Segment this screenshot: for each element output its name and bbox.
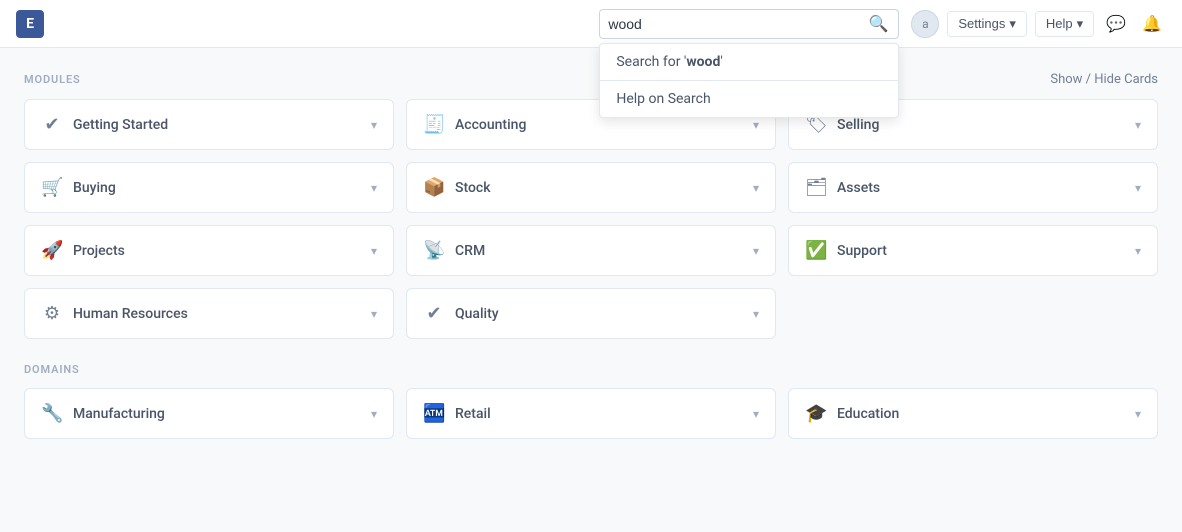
card-left: 📦 Stock — [423, 177, 491, 198]
card-label: Education — [837, 406, 899, 422]
human-resources-icon: ⚙ — [41, 303, 63, 324]
module-card-getting-started[interactable]: ✔ Getting Started ▾ — [24, 99, 394, 150]
card-left: 🏧 Retail — [423, 403, 491, 424]
card-label: Getting Started — [73, 117, 168, 133]
card-left: 📡 CRM — [423, 240, 485, 261]
domains-section: DOMAINS 🔧 Manufacturing ▾ 🏧 Retail ▾ 🎓 Educatio… — [24, 363, 1158, 439]
module-card-manufacturing[interactable]: 🔧 Manufacturing ▾ — [24, 388, 394, 439]
module-card-projects[interactable]: 🚀 Projects ▾ — [24, 225, 394, 276]
card-label: Support — [837, 243, 887, 259]
support-icon: ✅ — [805, 240, 827, 261]
search-for-item[interactable]: Search for 'wood' — [600, 44, 898, 81]
card-left: ✔ Quality — [423, 303, 499, 324]
modules-label: MODULES — [24, 73, 81, 86]
card-label: Projects — [73, 243, 125, 259]
buying-icon: 🛒 — [41, 177, 63, 198]
assets-icon: 🗂 — [805, 177, 827, 198]
settings-button[interactable]: Settings ▾ — [947, 11, 1027, 37]
projects-icon: 🚀 — [41, 240, 63, 261]
search-dropdown: Search for 'wood' Help on Search — [599, 43, 899, 118]
header: E 🔍 Search for 'wood' Help on Search a S… — [0, 0, 1182, 48]
domains-label: DOMAINS — [24, 363, 80, 376]
card-left: 🔧 Manufacturing — [41, 403, 165, 424]
card-chevron-icon: ▾ — [753, 244, 759, 258]
card-chevron-icon: ▾ — [1135, 407, 1141, 421]
search-input-wrapper: 🔍 — [599, 9, 899, 39]
retail-icon: 🏧 — [423, 403, 445, 424]
card-left: ✅ Support — [805, 240, 887, 261]
domains-grid: 🔧 Manufacturing ▾ 🏧 Retail ▾ 🎓 Education ▾ — [24, 388, 1158, 439]
quality-icon: ✔ — [423, 303, 445, 324]
card-chevron-icon: ▾ — [1135, 181, 1141, 195]
search-for-text: Search for 'wood' — [616, 54, 722, 70]
card-chevron-icon: ▾ — [753, 307, 759, 321]
card-chevron-icon: ▾ — [371, 407, 377, 421]
module-card-buying[interactable]: 🛒 Buying ▾ — [24, 162, 394, 213]
help-on-search-label: Help on Search — [616, 91, 710, 107]
show-hide-link[interactable]: Show / Hide Cards — [1050, 72, 1158, 87]
card-label: Accounting — [455, 117, 526, 133]
card-chevron-icon: ▾ — [753, 407, 759, 421]
card-label: Human Resources — [73, 306, 188, 322]
module-card-retail[interactable]: 🏧 Retail ▾ — [406, 388, 776, 439]
card-label: Stock — [455, 180, 491, 196]
chat-icon-button[interactable]: 💬 — [1102, 10, 1130, 38]
modules-grid: ✔Getting Started▾🧾Accounting▾🏷Selling▾🛒B… — [24, 99, 1158, 339]
avatar[interactable]: a — [911, 10, 939, 38]
module-card-crm[interactable]: 📡 CRM ▾ — [406, 225, 776, 276]
app-icon[interactable]: E — [16, 10, 44, 38]
getting-started-icon: ✔ — [41, 114, 63, 135]
module-card-assets[interactable]: 🗂 Assets ▾ — [788, 162, 1158, 213]
card-label: Assets — [837, 180, 880, 196]
help-on-search-item[interactable]: Help on Search — [600, 81, 898, 117]
modules-section-header: MODULES Show / Hide Cards — [24, 72, 1158, 87]
card-left: 🧾 Accounting — [423, 114, 526, 135]
card-chevron-icon: ▾ — [371, 307, 377, 321]
card-chevron-icon: ▾ — [1135, 244, 1141, 258]
card-label: Retail — [455, 406, 491, 422]
module-card-human-resources[interactable]: ⚙ Human Resources ▾ — [24, 288, 394, 339]
module-card-support[interactable]: ✅ Support ▾ — [788, 225, 1158, 276]
search-term: wood — [686, 54, 720, 70]
card-label: Buying — [73, 180, 116, 196]
card-chevron-icon: ▾ — [371, 118, 377, 132]
manufacturing-icon: 🔧 — [41, 403, 63, 424]
module-card-quality[interactable]: ✔ Quality ▾ — [406, 288, 776, 339]
card-chevron-icon: ▾ — [753, 118, 759, 132]
card-left: ⚙ Human Resources — [41, 303, 188, 324]
help-button[interactable]: Help ▾ — [1035, 11, 1094, 37]
card-label: Quality — [455, 306, 499, 322]
domains-section-header: DOMAINS — [24, 363, 1158, 376]
card-label: Selling — [837, 117, 879, 133]
card-chevron-icon: ▾ — [753, 181, 759, 195]
module-card-stock[interactable]: 📦 Stock ▾ — [406, 162, 776, 213]
settings-chevron-icon: ▾ — [1009, 16, 1016, 32]
card-left: 🗂 Assets — [805, 177, 880, 198]
help-chevron-icon: ▾ — [1077, 16, 1084, 32]
header-actions: a Settings ▾ Help ▾ 💬 🔔 — [911, 10, 1166, 38]
search-input[interactable] — [608, 16, 866, 32]
card-chevron-icon: ▾ — [1135, 118, 1141, 132]
search-container: 🔍 Search for 'wood' Help on Search — [599, 9, 899, 39]
notification-icon-button[interactable]: 🔔 — [1138, 10, 1166, 38]
card-chevron-icon: ▾ — [371, 181, 377, 195]
main-content: MODULES Show / Hide Cards ✔ Getting Start… — [0, 48, 1182, 487]
card-left: 🚀 Projects — [41, 240, 125, 261]
card-left: ✔ Getting Started — [41, 114, 168, 135]
card-left: 🛒 Buying — [41, 177, 116, 198]
card-left: 🎓 Education — [805, 403, 899, 424]
stock-icon: 📦 — [423, 177, 445, 198]
card-label: CRM — [455, 243, 485, 259]
search-button[interactable]: 🔍 — [866, 14, 890, 34]
card-label: Manufacturing — [73, 406, 165, 422]
accounting-icon: 🧾 — [423, 114, 445, 135]
education-icon: 🎓 — [805, 403, 827, 424]
card-chevron-icon: ▾ — [371, 244, 377, 258]
module-card-education[interactable]: 🎓 Education ▾ — [788, 388, 1158, 439]
crm-icon: 📡 — [423, 240, 445, 261]
